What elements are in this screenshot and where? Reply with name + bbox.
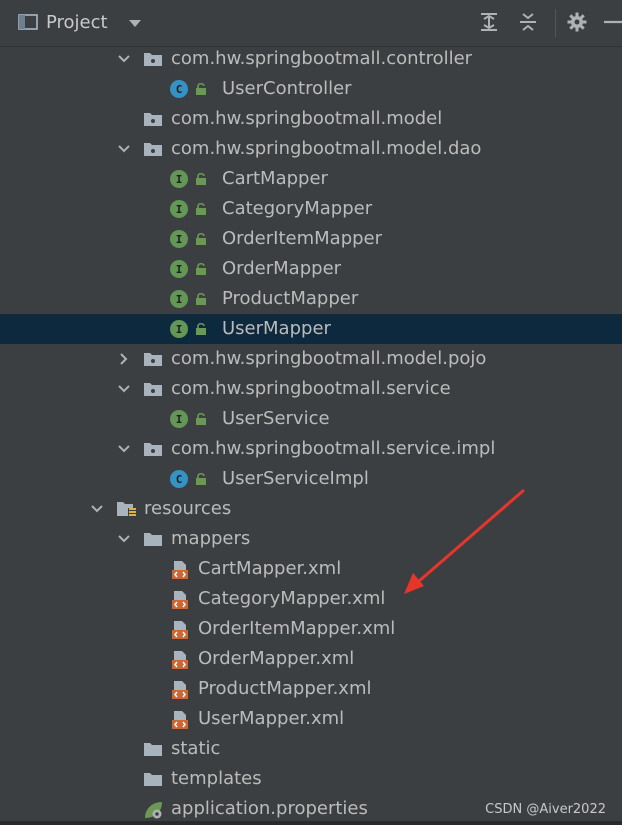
watermark: CSDN @Aiver2022 (485, 802, 606, 817)
annotation-arrow (404, 488, 525, 594)
bottom-edge (0, 821, 622, 825)
